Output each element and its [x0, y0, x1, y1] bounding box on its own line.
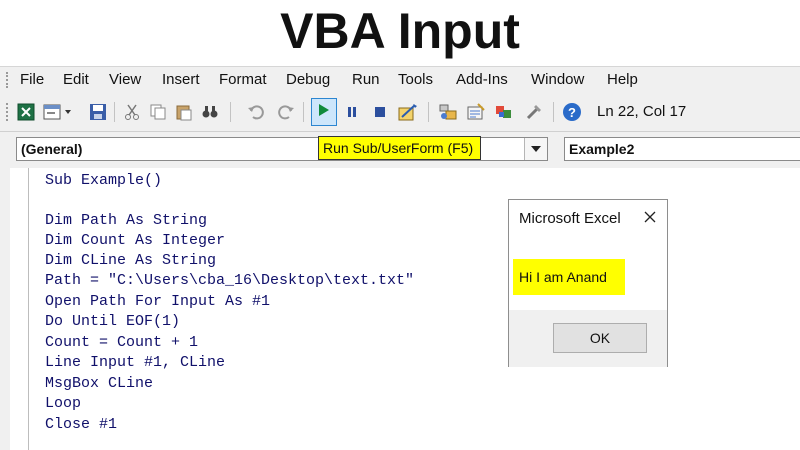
editor-margin	[0, 168, 10, 450]
copy-icon[interactable]	[148, 102, 168, 122]
run-button[interactable]	[311, 98, 337, 126]
code-line: Loop	[45, 395, 82, 412]
code-line: Path = "C:\Users\cba_16\Desktop\text.txt…	[45, 272, 415, 289]
code-line: Dim Count As Integer	[45, 232, 226, 249]
message-box-footer: OK	[509, 310, 667, 367]
message-box-title: Microsoft Excel	[519, 210, 621, 227]
menu-file[interactable]: File	[20, 71, 44, 88]
menu-format[interactable]: Format	[219, 71, 267, 88]
save-icon[interactable]	[88, 102, 108, 122]
redo-icon[interactable]	[276, 102, 296, 122]
help-icon[interactable]: ?	[562, 102, 582, 122]
object-combo-value: (General)	[21, 141, 83, 157]
standard-toolbar: ? Ln 22, Col 17	[0, 93, 800, 132]
toolbar-separator	[114, 102, 115, 122]
code-line: Dim CLine As String	[45, 252, 217, 269]
toolbar-separator	[553, 102, 554, 122]
run-tooltip: Run Sub/UserForm (F5)	[318, 136, 481, 160]
banner-title: VBA Input	[280, 3, 520, 59]
toolbar-separator	[303, 102, 304, 122]
project-explorer-icon[interactable]	[438, 102, 458, 122]
menu-tools[interactable]: Tools	[398, 71, 433, 88]
menu-bar-grip[interactable]	[6, 72, 12, 88]
toolbar-separator	[428, 102, 429, 122]
code-line: Close #1	[45, 416, 118, 433]
menu-view[interactable]: View	[109, 71, 141, 88]
paste-icon[interactable]	[174, 102, 194, 122]
svg-text:?: ?	[568, 105, 576, 120]
code-line: MsgBox CLine	[45, 375, 154, 392]
ok-button[interactable]: OK	[553, 323, 647, 353]
chevron-down-icon[interactable]	[524, 138, 547, 160]
reset-icon[interactable]	[370, 102, 390, 122]
toolbar-separator	[230, 102, 231, 122]
toolbar-grip[interactable]	[6, 103, 12, 121]
menu-debug[interactable]: Debug	[286, 71, 330, 88]
find-icon[interactable]	[200, 102, 220, 122]
undo-icon[interactable]	[246, 102, 266, 122]
cut-icon[interactable]	[122, 102, 142, 122]
cursor-position: Ln 22, Col 17	[597, 103, 687, 120]
properties-icon[interactable]	[466, 102, 486, 122]
code-line: Count = Count + 1	[45, 334, 199, 351]
code-line: Do Until EOF(1)	[45, 313, 181, 330]
menu-window[interactable]: Window	[531, 71, 584, 88]
break-icon[interactable]	[342, 102, 362, 122]
message-box: Microsoft Excel Hi I am Anand OK	[508, 199, 668, 367]
margin-indicator-bar	[28, 168, 29, 450]
design-mode-icon[interactable]	[398, 102, 418, 122]
procedure-combo-value: Example2	[569, 141, 635, 157]
excel-icon[interactable]	[16, 102, 36, 122]
code-editor[interactable]: Sub Example() Dim Path As String Dim Cou…	[0, 168, 800, 450]
code-line: Sub Example()	[45, 172, 163, 189]
toolbox-icon[interactable]	[524, 102, 544, 122]
menu-insert[interactable]: Insert	[162, 71, 200, 88]
close-icon[interactable]	[641, 208, 659, 226]
menu-run[interactable]: Run	[352, 71, 380, 88]
code-line: Open Path For Input As #1	[45, 293, 271, 310]
menu-edit[interactable]: Edit	[63, 71, 89, 88]
message-box-text: Hi I am Anand	[513, 259, 625, 295]
code-line: Dim Path As String	[45, 212, 208, 229]
menu-bar: File Edit View Insert Format Debug Run T…	[0, 66, 800, 93]
object-browser-icon[interactable]	[494, 102, 514, 122]
insert-userform-icon[interactable]	[42, 102, 74, 122]
code-line: Line Input #1, CLine	[45, 354, 226, 371]
run-icon	[318, 103, 330, 122]
procedure-combo[interactable]: Example2	[564, 137, 800, 161]
menu-help[interactable]: Help	[607, 71, 638, 88]
menu-add-ins[interactable]: Add-Ins	[456, 71, 508, 88]
